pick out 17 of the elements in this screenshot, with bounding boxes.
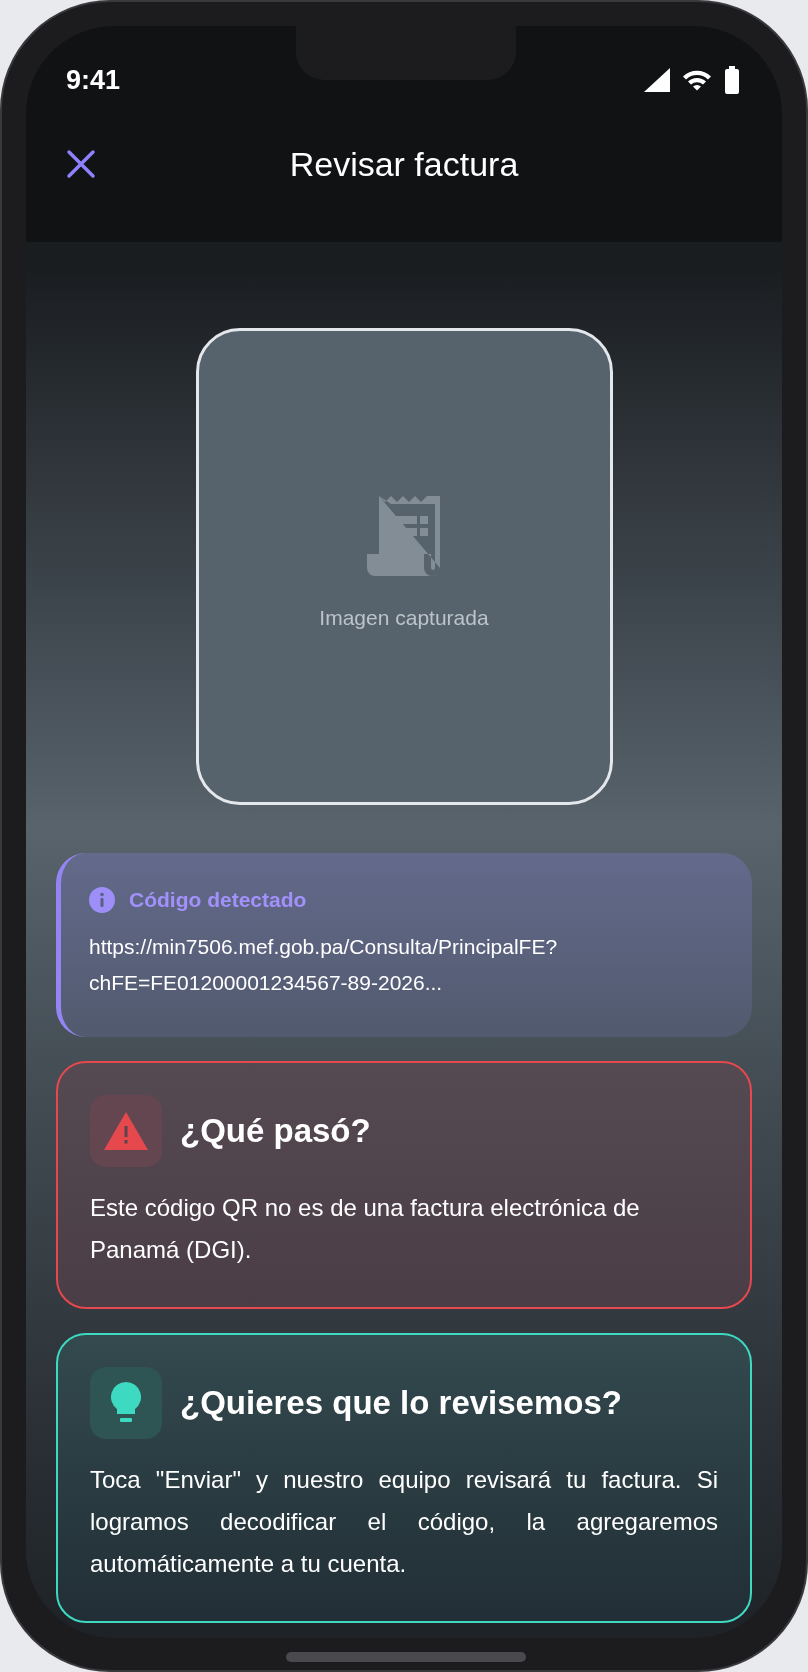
battery-icon <box>724 66 740 94</box>
status-time: 9:41 <box>66 64 121 96</box>
close-icon[interactable] <box>66 149 96 179</box>
lightbulb-icon <box>111 1382 141 1424</box>
receipt-icon <box>367 495 441 576</box>
screen-title: Revisar factura <box>289 144 519 184</box>
card-message: Toca "Enviar" y nuestro equipo revisará tu factura. Si logramos decodificar el código, la agregaremos automáticamente a tu cuenta. <box>90 1465 718 1579</box>
card-title: ¿Qué pasó? <box>180 1112 371 1150</box>
detected-code-title: Código detectado <box>129 888 307 912</box>
signal-icon <box>644 68 670 92</box>
card-title: ¿Quieres que lo revisemos? <box>180 1384 622 1422</box>
warning-icon <box>104 1112 148 1150</box>
wifi-icon <box>682 68 712 92</box>
detected-code-url: https://min7506.mef.gob.pa/Consulta/PrincipalFE?chFE=FE01200001234567-89-2026... <box>89 934 559 996</box>
card-message: Este código QR no es de una factura electrónica de Panamá (DGI). <box>90 1193 641 1265</box>
image-caption: Imagen capturada <box>319 605 489 630</box>
info-icon <box>89 887 115 913</box>
